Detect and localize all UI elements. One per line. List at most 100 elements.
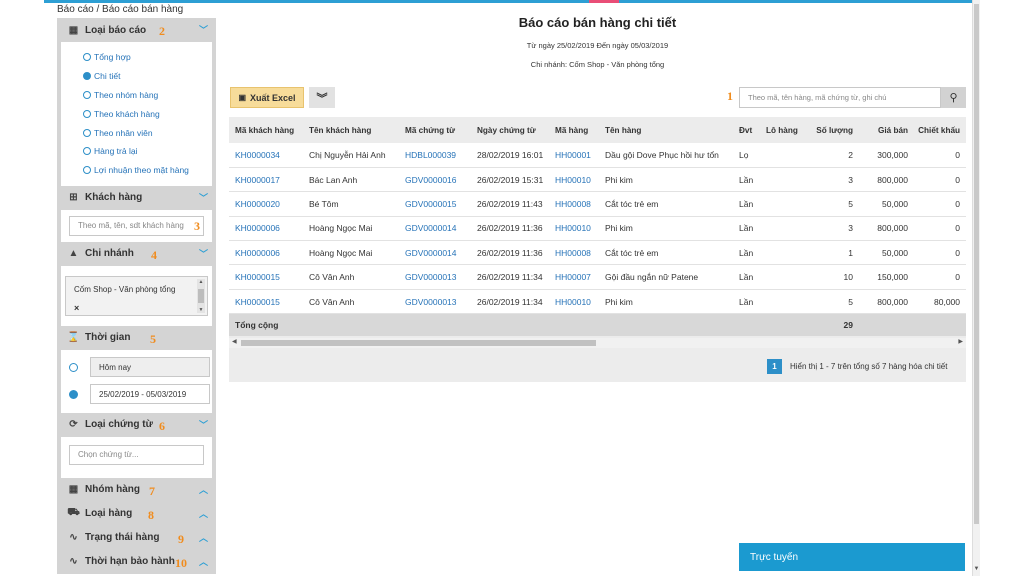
table-cell[interactable]: GDV0000013 bbox=[399, 264, 471, 290]
branch-multiselect[interactable]: Cốm Shop - Văn phòng tổng × ▲ ▼ bbox=[65, 275, 208, 316]
branch-list-scroll-thumb[interactable] bbox=[198, 288, 204, 303]
chevron-down-icon[interactable]: ﹀ bbox=[199, 418, 208, 431]
table-cell[interactable]: HH00008 bbox=[549, 240, 599, 266]
table-cell[interactable]: KH0000017 bbox=[229, 167, 303, 193]
branch-list-scrollbar[interactable]: ▲ ▼ bbox=[197, 278, 205, 313]
expand-columns-button[interactable]: ︾ bbox=[309, 87, 335, 108]
scroll-down-arrow-icon[interactable]: ▼ bbox=[973, 566, 980, 572]
scroll-down-arrow-icon[interactable]: ▼ bbox=[197, 307, 205, 313]
table-cell[interactable]: KH0000015 bbox=[229, 289, 303, 315]
table-cell[interactable]: GDV0000014 bbox=[399, 240, 471, 266]
radio-icon[interactable] bbox=[83, 90, 91, 99]
table-cell[interactable]: HH00007 bbox=[549, 264, 599, 290]
chevron-up-icon[interactable]: ︿ bbox=[199, 555, 208, 568]
table-cell[interactable]: GDV0000014 bbox=[399, 216, 471, 242]
table-cell[interactable]: HH00010 bbox=[549, 289, 599, 315]
table-cell[interactable]: KH0000015 bbox=[229, 264, 303, 290]
page-scrollbar[interactable]: ▼ bbox=[972, 0, 980, 576]
table-cell[interactable]: GDV0000013 bbox=[399, 289, 471, 315]
column-header[interactable]: Số lượng bbox=[805, 117, 859, 143]
time-option-range[interactable]: 25/02/2019 - 05/03/2019 bbox=[61, 381, 212, 408]
table-row[interactable]: KH0000020 Bé Tôm GDV0000015 26/02/2019 11:4… bbox=[229, 191, 966, 217]
table-cell[interactable]: HDBL000039 bbox=[399, 143, 471, 168]
search-button[interactable]: ⚲ bbox=[941, 87, 966, 108]
table-cell[interactable]: GDV0000016 bbox=[399, 167, 471, 193]
radio-selected-icon[interactable] bbox=[69, 389, 78, 399]
column-header[interactable]: Mã hàng bbox=[549, 117, 599, 143]
table-cell[interactable]: HH00010 bbox=[549, 216, 599, 242]
column-header[interactable]: Ngày chứng từ bbox=[471, 117, 549, 143]
table-row[interactable]: KH0000006 Hoàng Ngọc Mai GDV0000014 26/02/2… bbox=[229, 216, 966, 242]
table-cell[interactable]: GDV0000015 bbox=[399, 191, 471, 217]
radio-icon[interactable] bbox=[83, 109, 91, 118]
table-row[interactable]: KH0000015 Cô Vân Anh GDV0000013 26/02/2019 … bbox=[229, 289, 966, 315]
radio-option[interactable]: Chi tiết bbox=[83, 67, 212, 86]
marker-number: 6 bbox=[159, 418, 165, 433]
scroll-right-arrow-icon[interactable]: ▶ bbox=[958, 338, 963, 345]
column-header[interactable]: Lô hàng bbox=[760, 117, 805, 143]
chevron-up-icon[interactable]: ︿ bbox=[199, 483, 208, 496]
table-cell: Cắt tóc trẻ em bbox=[599, 191, 733, 217]
table-cell[interactable]: KH0000020 bbox=[229, 191, 303, 217]
radio-icon[interactable] bbox=[83, 166, 91, 175]
column-header[interactable]: Đvt bbox=[733, 117, 760, 143]
online-chat-widget[interactable]: Trực tuyến bbox=[739, 543, 965, 571]
table-cell[interactable]: HH00010 bbox=[549, 167, 599, 193]
table-row[interactable]: KH0000015 Cô Vân Anh GDV0000013 26/02/2019 … bbox=[229, 264, 966, 290]
radio-selected-icon[interactable] bbox=[83, 72, 91, 81]
panel-product-type-header[interactable]: ⛟ Loại hàng 8 ︿ bbox=[57, 501, 216, 526]
chevron-down-icon[interactable]: ﹀ bbox=[199, 247, 208, 260]
table-horizontal-scrollbar[interactable]: ◀ ▶ bbox=[229, 338, 966, 348]
chevron-up-icon[interactable]: ︿ bbox=[199, 531, 208, 544]
time-option-today[interactable]: Hôm nay bbox=[61, 354, 212, 381]
table-row[interactable]: KH0000034 Chị Nguyễn Hải Anh HDBL000039 28/… bbox=[229, 143, 966, 168]
panel-time-header[interactable]: ⌛ Thời gian 5 bbox=[57, 325, 216, 350]
table-cell[interactable]: HH00008 bbox=[549, 191, 599, 217]
table-scroll-thumb[interactable] bbox=[241, 340, 596, 346]
page-scrollbar-thumb[interactable] bbox=[974, 4, 979, 524]
table-cell[interactable]: KH0000034 bbox=[229, 143, 303, 168]
table-cell[interactable]: KH0000006 bbox=[229, 216, 303, 242]
panel-customer-header[interactable]: ⊞ Khách hàng ﹀ bbox=[57, 185, 216, 210]
table-row[interactable]: KH0000006 Hoàng Ngọc Mai GDV0000014 26/02/2… bbox=[229, 240, 966, 266]
panel-product-group-header[interactable]: ▦ Nhóm hàng 7 ︿ bbox=[57, 477, 216, 502]
column-header[interactable]: Giá bán bbox=[859, 117, 914, 143]
panel-report-type-header[interactable]: ▦ Loại báo cáo 2 ﹀ bbox=[57, 18, 216, 42]
remove-icon[interactable]: × bbox=[74, 303, 79, 313]
radio-option[interactable]: Lợi nhuận theo mặt hàng bbox=[83, 161, 212, 180]
chevron-up-icon[interactable]: ︿ bbox=[199, 507, 208, 520]
radio-option[interactable]: Tổng hợp bbox=[83, 48, 212, 67]
radio-icon[interactable] bbox=[69, 362, 78, 372]
column-header[interactable]: Tên khách hàng bbox=[303, 117, 399, 143]
radio-option[interactable]: Theo nhân viên bbox=[83, 123, 212, 142]
panel-product-status-header[interactable]: ∿ Trạng thái hàng 9 ︿ bbox=[57, 525, 216, 550]
chevron-down-icon[interactable]: ﹀ bbox=[199, 191, 208, 204]
export-excel-button[interactable]: ▣ Xuất Excel bbox=[230, 87, 304, 108]
chevron-down-icon[interactable]: ﹀ bbox=[199, 23, 208, 36]
table-cell[interactable]: KH0000006 bbox=[229, 240, 303, 266]
radio-icon[interactable] bbox=[83, 147, 91, 156]
customer-search-input[interactable]: Theo mã, tên, sdt khách hàng bbox=[69, 215, 204, 236]
page-number-button[interactable]: 1 bbox=[767, 359, 782, 374]
scroll-up-arrow-icon[interactable]: ▲ bbox=[197, 279, 205, 285]
column-header[interactable]: Chiết khấu bbox=[914, 117, 966, 143]
radio-option[interactable]: Theo khách hàng bbox=[83, 104, 212, 123]
panel-warranty-header[interactable]: ∿ Thời hạn bảo hành 10 ︿ bbox=[57, 549, 216, 574]
table-cell[interactable]: HH00001 bbox=[549, 143, 599, 168]
date-range-field[interactable]: 25/02/2019 - 05/03/2019 bbox=[90, 384, 210, 405]
radio-icon[interactable] bbox=[83, 128, 91, 137]
marker-number: 4 bbox=[151, 247, 157, 262]
time-today-field[interactable]: Hôm nay bbox=[90, 357, 210, 378]
column-header[interactable]: Tên hàng bbox=[599, 117, 733, 143]
panel-branch-header[interactable]: ▲ Chi nhánh 4 ﹀ bbox=[57, 241, 216, 266]
radio-option[interactable]: Hàng trả lại bbox=[83, 142, 212, 161]
report-search-input[interactable]: Theo mã, tên hàng, mã chứng từ, ghi chú bbox=[739, 87, 941, 108]
scroll-left-arrow-icon[interactable]: ◀ bbox=[232, 338, 237, 345]
column-header[interactable]: Mã chứng từ bbox=[399, 117, 471, 143]
column-header[interactable]: Mã khách hàng bbox=[229, 117, 303, 143]
doc-type-select[interactable]: Chọn chứng từ... bbox=[69, 444, 204, 465]
radio-option[interactable]: Theo nhóm hàng bbox=[83, 86, 212, 105]
table-row[interactable]: KH0000017 Bác Lan Anh GDV0000016 26/02/2019… bbox=[229, 167, 966, 193]
panel-doc-type-header[interactable]: ⟳ Loại chứng từ 6 ﹀ bbox=[57, 412, 216, 437]
radio-icon[interactable] bbox=[83, 53, 91, 62]
